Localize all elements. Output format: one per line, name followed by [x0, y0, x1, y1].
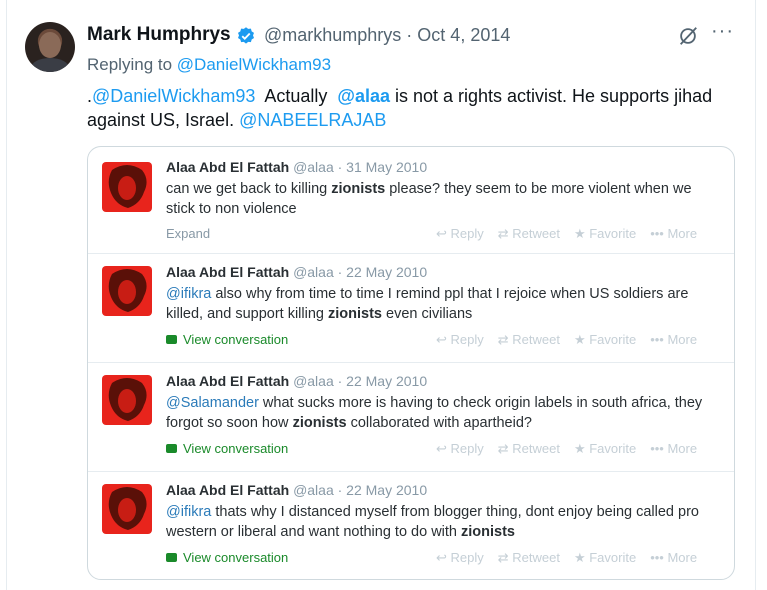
tweet-text-part: Actually	[255, 86, 338, 106]
favorite-icon[interactable]: ★ Favorite	[574, 441, 636, 456]
favorite-icon[interactable]: ★ Favorite	[574, 332, 636, 347]
embedded-meta[interactable]: @alaa · 22 May 2010	[293, 373, 427, 389]
embedded-text-part: can we get back to killing	[166, 181, 332, 197]
view-conversation-label: View conversation	[183, 550, 289, 565]
embedded-avatar[interactable]	[102, 266, 152, 316]
mention-link[interactable]: @alaa	[337, 86, 390, 106]
verified-badge-icon	[238, 27, 254, 44]
more-actions[interactable]: ••• More	[650, 226, 697, 241]
embedded-header: Alaa Abd El Fattah @alaa · 22 May 2010	[166, 264, 427, 280]
embedded-tweets-card[interactable]: Alaa Abd El Fattah @alaa · 31 May 2010 c…	[87, 146, 735, 580]
view-conversation-link[interactable]: View conversation	[166, 550, 288, 565]
embedded-text-part: collaborated with apartheid?	[346, 415, 532, 431]
retweet-icon[interactable]: ⇄ Retweet	[498, 441, 560, 456]
embedded-actions: ↩ Reply ⇄ Retweet ★ Favorite ••• More	[436, 226, 711, 242]
embedded-tweet[interactable]: Alaa Abd El Fattah @alaa · 31 May 2010 c…	[88, 147, 734, 254]
expand-link[interactable]: Expand	[166, 226, 210, 241]
tweet-text: .@DanielWickham93 Actually @alaa is not …	[87, 84, 747, 132]
embedded-text: @Salamander what sucks more is having to…	[166, 393, 721, 433]
replying-to: Replying to @DanielWickham93	[87, 55, 331, 75]
embedded-author[interactable]: Alaa Abd El Fattah	[166, 482, 289, 498]
reply-icon[interactable]: ↩ Reply	[436, 332, 484, 347]
view-conversation-label: View conversation	[183, 332, 289, 347]
embedded-tweet[interactable]: Alaa Abd El Fattah @alaa · 22 May 2010 @…	[88, 472, 734, 579]
embedded-header: Alaa Abd El Fattah @alaa · 22 May 2010	[166, 373, 427, 389]
conversation-bubble-icon	[166, 553, 177, 562]
embedded-bold-word: zionists	[292, 415, 347, 431]
embedded-bold-word: zionists	[331, 181, 386, 197]
view-conversation-label: View conversation	[183, 441, 289, 456]
embedded-text-part: thats why I distanced myself from blogge…	[166, 504, 699, 540]
embedded-actions: ↩ Reply ⇄ Retweet ★ Favorite ••• More	[436, 550, 711, 566]
more-actions[interactable]: ••• More	[650, 441, 697, 456]
embedded-text: @ifikra also why from time to time I rem…	[166, 284, 721, 324]
embedded-meta[interactable]: @alaa · 31 May 2010	[293, 159, 427, 175]
more-icon[interactable]: ···	[711, 20, 734, 43]
author-avatar[interactable]	[25, 22, 75, 72]
reply-icon[interactable]: ↩ Reply	[436, 550, 484, 565]
embedded-mention[interactable]: @ifikra	[166, 504, 211, 520]
author-handle-date[interactable]: @markhumphrys · Oct 4, 2014	[264, 25, 510, 46]
embedded-bold-word: zionists	[461, 524, 515, 540]
embedded-avatar[interactable]	[102, 484, 152, 534]
avatar-face	[39, 32, 61, 58]
embedded-mention[interactable]: @ifikra	[166, 286, 211, 302]
embedded-text: can we get back to killing zionists plea…	[166, 179, 721, 219]
embedded-header: Alaa Abd El Fattah @alaa · 22 May 2010	[166, 482, 427, 498]
conversation-bubble-icon	[166, 335, 177, 344]
mention-link[interactable]: @DanielWickham93	[92, 86, 255, 106]
view-conversation-link[interactable]: View conversation	[166, 441, 288, 456]
view-conversation-link[interactable]: View conversation	[166, 332, 288, 347]
retweet-icon[interactable]: ⇄ Retweet	[498, 226, 560, 241]
embedded-avatar[interactable]	[102, 162, 152, 212]
embedded-author[interactable]: Alaa Abd El Fattah	[166, 373, 289, 389]
replying-prefix: Replying to	[87, 55, 173, 74]
embedded-actions: ↩ Reply ⇄ Retweet ★ Favorite ••• More	[436, 332, 711, 348]
embedded-text-part: even civilians	[382, 306, 473, 322]
embedded-header: Alaa Abd El Fattah @alaa · 31 May 2010	[166, 159, 427, 175]
embedded-meta[interactable]: @alaa · 22 May 2010	[293, 264, 427, 280]
grok-icon[interactable]	[677, 25, 699, 47]
avatar-shirt	[31, 58, 69, 72]
retweet-icon[interactable]: ⇄ Retweet	[498, 550, 560, 565]
replying-to-link[interactable]: @DanielWickham93	[177, 55, 331, 74]
author-name[interactable]: Mark Humphrys	[87, 24, 231, 46]
embedded-avatar[interactable]	[102, 375, 152, 425]
reply-icon[interactable]: ↩ Reply	[436, 226, 484, 241]
embedded-bold-word: zionists	[328, 306, 382, 322]
embedded-tweet[interactable]: Alaa Abd El Fattah @alaa · 22 May 2010 @…	[88, 363, 734, 472]
more-actions[interactable]: ••• More	[650, 332, 697, 347]
more-actions[interactable]: ••• More	[650, 550, 697, 565]
embedded-meta[interactable]: @alaa · 22 May 2010	[293, 482, 427, 498]
reply-icon[interactable]: ↩ Reply	[436, 441, 484, 456]
favorite-icon[interactable]: ★ Favorite	[574, 550, 636, 565]
conversation-bubble-icon	[166, 444, 177, 453]
favorite-icon[interactable]: ★ Favorite	[574, 226, 636, 241]
embedded-text: @ifikra thats why I distanced myself fro…	[166, 502, 721, 542]
retweet-icon[interactable]: ⇄ Retweet	[498, 332, 560, 347]
mention-link[interactable]: @NABEELRAJAB	[239, 110, 386, 130]
embedded-actions: ↩ Reply ⇄ Retweet ★ Favorite ••• More	[436, 441, 711, 457]
embedded-tweet[interactable]: Alaa Abd El Fattah @alaa · 22 May 2010 @…	[88, 254, 734, 363]
embedded-author[interactable]: Alaa Abd El Fattah	[166, 159, 289, 175]
embedded-author[interactable]: Alaa Abd El Fattah	[166, 264, 289, 280]
embedded-mention[interactable]: @Salamander	[166, 395, 259, 411]
